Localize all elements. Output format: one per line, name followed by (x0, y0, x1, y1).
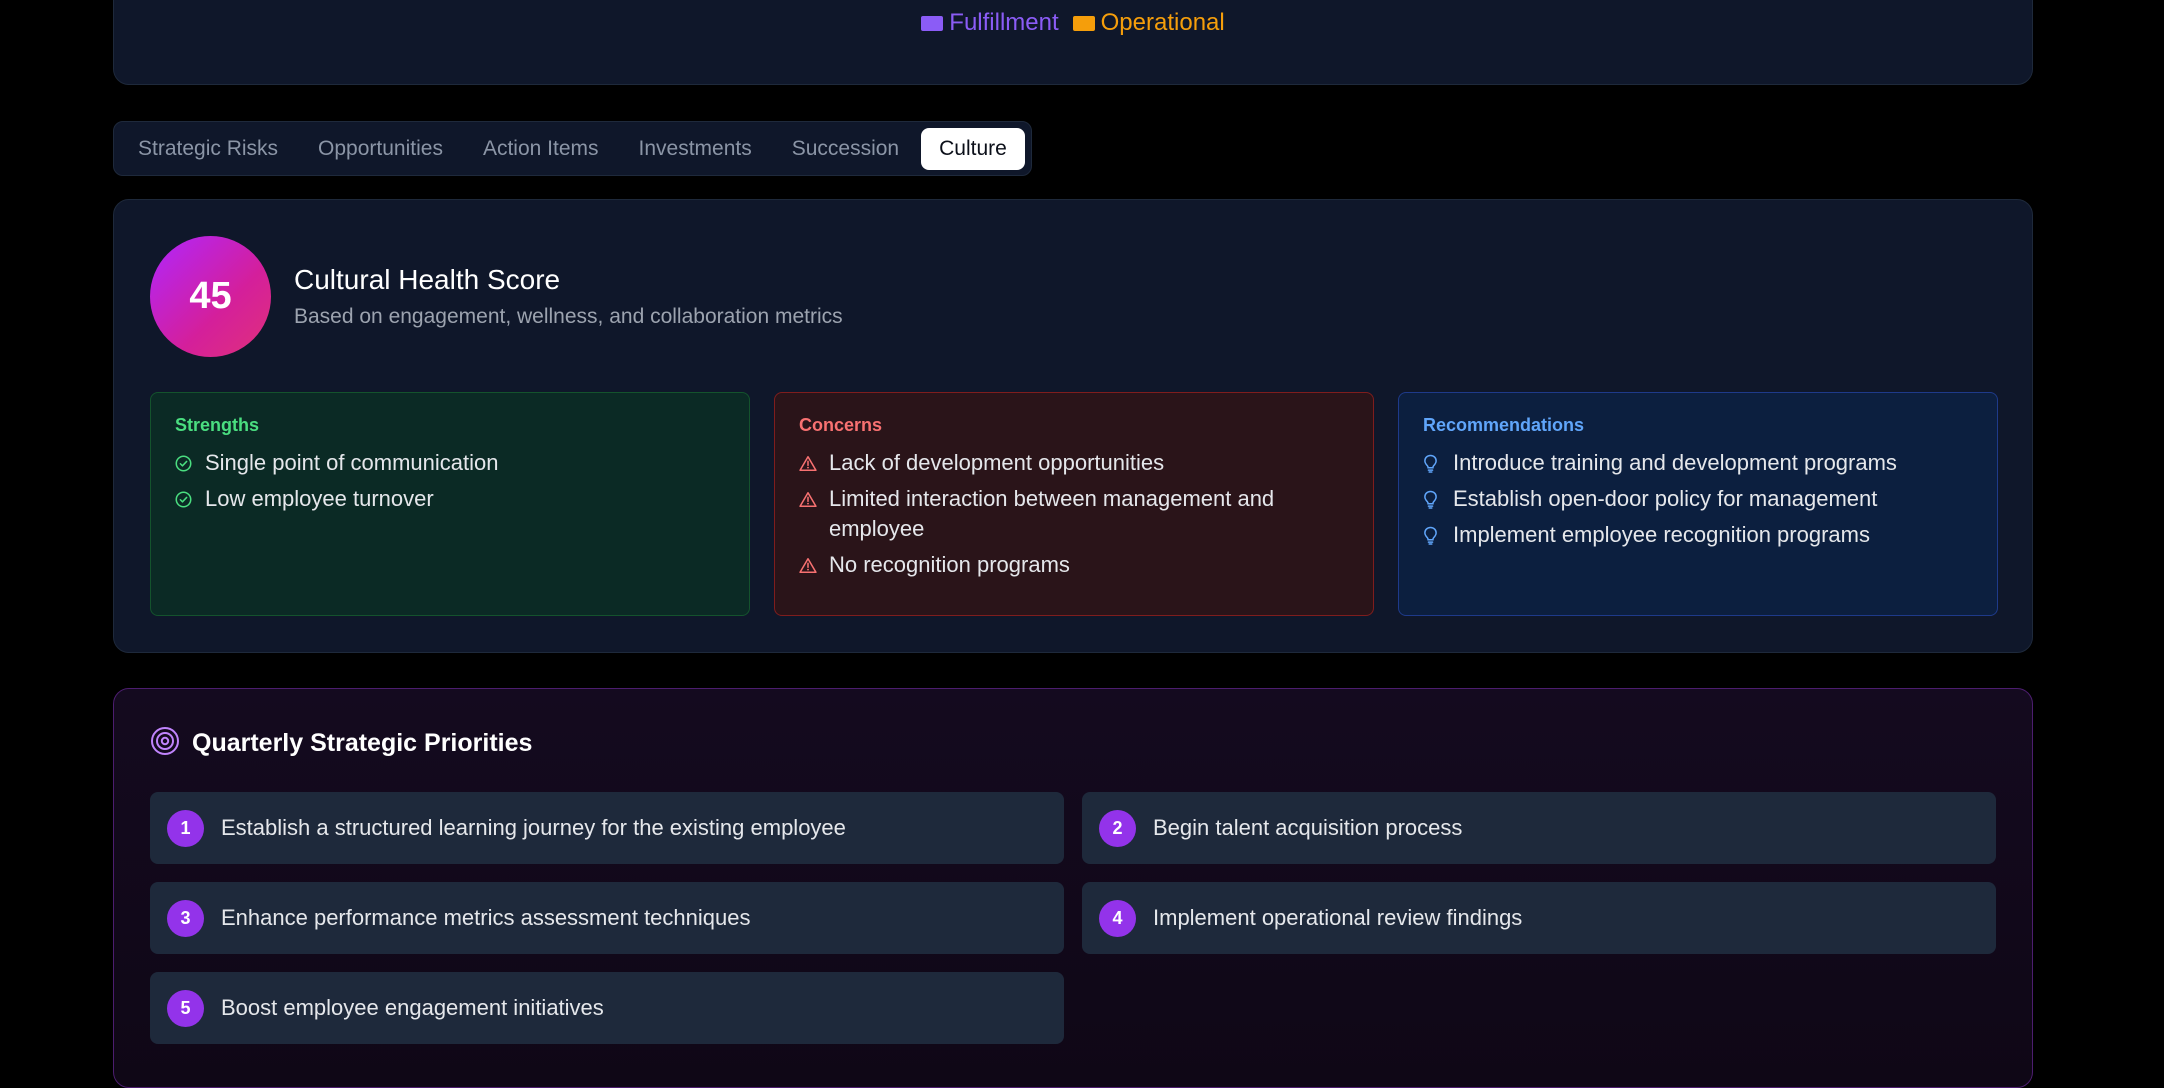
strength-text: Single point of communication (205, 450, 499, 475)
recommendation-text: Establish open-door policy for managemen… (1453, 486, 1878, 511)
recommendation-text: Implement employee recognition programs (1453, 522, 1870, 547)
list-item: Introduce training and development progr… (1423, 448, 1973, 478)
list-item: No recognition programs (799, 550, 1349, 580)
concern-text: Lack of development opportunities (829, 450, 1165, 475)
check-circle-icon (175, 484, 195, 514)
priority-text: Establish a structured learning journey … (221, 815, 846, 840)
list-item: Single point of communication (175, 448, 725, 478)
list-item: Limited interaction between management a… (799, 484, 1349, 544)
cultural-health-score-badge: 45 (150, 236, 271, 357)
legend-label: Fulfillment (949, 9, 1059, 36)
strengths-list: Single point of communication Low employ… (175, 448, 725, 514)
list-item: Lack of development opportunities (799, 448, 1349, 478)
priority-item: 3 Enhance performance metrics assessment… (150, 882, 1064, 954)
concerns-list: Lack of development opportunities Limite… (799, 448, 1349, 580)
priority-item: 2 Begin talent acquisition process (1082, 792, 1996, 864)
priority-text: Boost employee engagement initiatives (221, 995, 604, 1020)
tab-bar: Strategic Risks Opportunities Action Ite… (113, 121, 1032, 176)
strength-text: Low employee turnover (205, 486, 434, 511)
priority-number-badge: 2 (1099, 809, 1136, 847)
tab-strategic-risks[interactable]: Strategic Risks (120, 128, 296, 170)
concerns-title: Concerns (799, 415, 883, 435)
priorities-title: Quarterly Strategic Priorities (192, 729, 533, 757)
target-icon (150, 726, 180, 761)
recommendations-card: Recommendations Introduce training and d… (1398, 392, 1998, 616)
warning-triangle-icon (799, 550, 819, 580)
culture-panel: 45 Cultural Health Score Based on engage… (113, 199, 2033, 653)
warning-triangle-icon (799, 448, 819, 478)
score-subtitle: Based on engagement, wellness, and colla… (294, 305, 843, 328)
priority-item: 4 Implement operational review findings (1082, 882, 1996, 954)
list-item: Implement employee recognition programs (1423, 520, 1973, 550)
priority-number-badge: 4 (1099, 899, 1136, 937)
priority-item: 5 Boost employee engagement initiatives (150, 972, 1064, 1044)
legend-swatch-operational (1072, 15, 1095, 31)
tab-culture[interactable]: Culture (921, 127, 1025, 170)
concern-text: Limited interaction between management a… (829, 486, 1275, 541)
strengths-title: Strengths (175, 415, 260, 435)
check-circle-icon (175, 448, 195, 478)
priority-text: Begin talent acquisition process (1153, 815, 1463, 840)
priority-text: Enhance performance metrics assessment t… (221, 905, 751, 930)
priorities-panel: Quarterly Strategic Priorities 1 Establi… (113, 688, 2033, 1088)
tab-investments[interactable]: Investments (621, 128, 770, 170)
lightbulb-icon (1423, 484, 1443, 514)
priority-text: Implement operational review findings (1153, 905, 1523, 930)
priority-number-badge: 5 (167, 989, 204, 1027)
legend-item-fulfillment[interactable]: Fulfillment (921, 9, 1059, 37)
priorities-header: Quarterly Strategic Priorities (150, 726, 532, 761)
tab-opportunities[interactable]: Opportunities (300, 128, 461, 170)
tab-action-items[interactable]: Action Items (465, 128, 617, 170)
score-title: Cultural Health Score (294, 264, 561, 295)
legend-item-operational[interactable]: Operational (1072, 9, 1225, 37)
recommendations-list: Introduce training and development progr… (1423, 448, 1973, 550)
priority-item: 1 Establish a structured learning journe… (150, 792, 1064, 864)
chart-legend: Fulfillment Operational (114, 9, 2032, 37)
recommendations-title: Recommendations (1423, 415, 1585, 435)
legend-swatch-fulfillment (921, 15, 944, 31)
lightbulb-icon (1423, 448, 1443, 478)
priority-number-badge: 1 (167, 809, 204, 847)
lightbulb-icon (1423, 520, 1443, 550)
legend-label: Operational (1100, 9, 1225, 36)
recommendation-text: Introduce training and development progr… (1453, 450, 1897, 475)
list-item: Establish open-door policy for managemen… (1423, 484, 1973, 514)
tab-succession[interactable]: Succession (774, 128, 917, 170)
list-item: Low employee turnover (175, 484, 725, 514)
warning-triangle-icon (799, 484, 819, 514)
priority-number-badge: 3 (167, 899, 204, 937)
concerns-card: Concerns Lack of development opportuniti… (774, 392, 1374, 616)
strengths-card: Strengths Single point of communication … (150, 392, 750, 616)
concern-text: No recognition programs (829, 552, 1070, 577)
chart-panel: Fulfillment Operational (113, 0, 2033, 85)
